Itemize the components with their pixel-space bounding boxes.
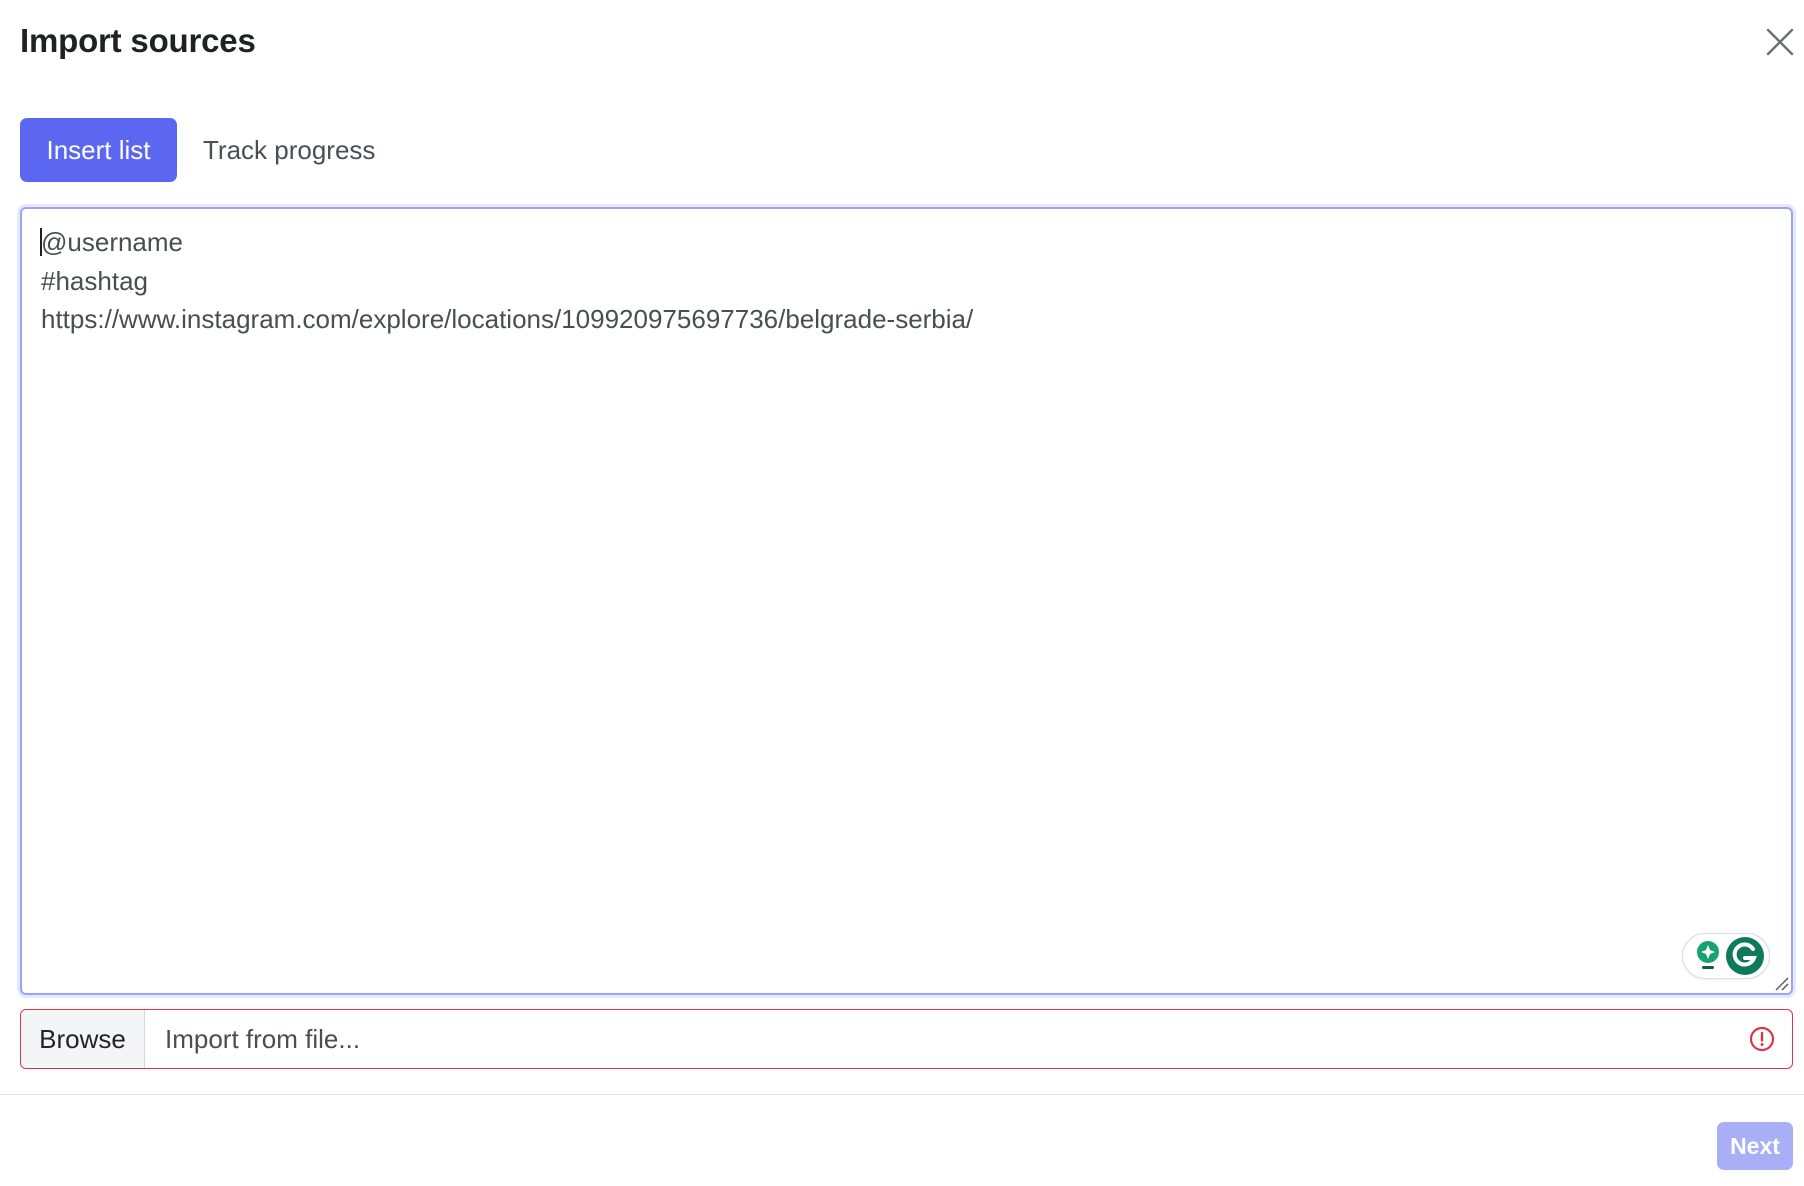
close-icon — [1766, 28, 1794, 56]
sources-textarea-value: @username #hashtag https://www.instagram… — [41, 227, 974, 334]
next-button[interactable]: Next — [1717, 1122, 1793, 1170]
import-file-input[interactable]: Browse Import from file... — [20, 1009, 1793, 1069]
dialog-header: Import sources — [0, 0, 1804, 90]
grammarly-suggestion-icon[interactable] — [1693, 939, 1723, 973]
tab-insert-list[interactable]: Insert list — [20, 118, 177, 182]
file-input-placeholder[interactable]: Import from file... — [145, 1010, 1732, 1068]
grammarly-icon[interactable] — [1725, 936, 1765, 976]
grammarly-widget[interactable] — [1682, 933, 1770, 979]
browse-button[interactable]: Browse — [21, 1010, 145, 1068]
sources-textarea[interactable]: @username #hashtag https://www.instagram… — [20, 207, 1793, 995]
tab-bar: Insert list Track progress — [20, 118, 401, 182]
footer-divider — [0, 1094, 1804, 1095]
close-button[interactable] — [1762, 24, 1798, 60]
resize-handle-icon[interactable] — [1773, 975, 1789, 991]
error-circle-icon — [1732, 1010, 1792, 1068]
import-sources-dialog: Import sources Insert list Track progres… — [0, 0, 1804, 1186]
dialog-title: Import sources — [20, 22, 256, 59]
tab-track-progress[interactable]: Track progress — [177, 118, 401, 182]
